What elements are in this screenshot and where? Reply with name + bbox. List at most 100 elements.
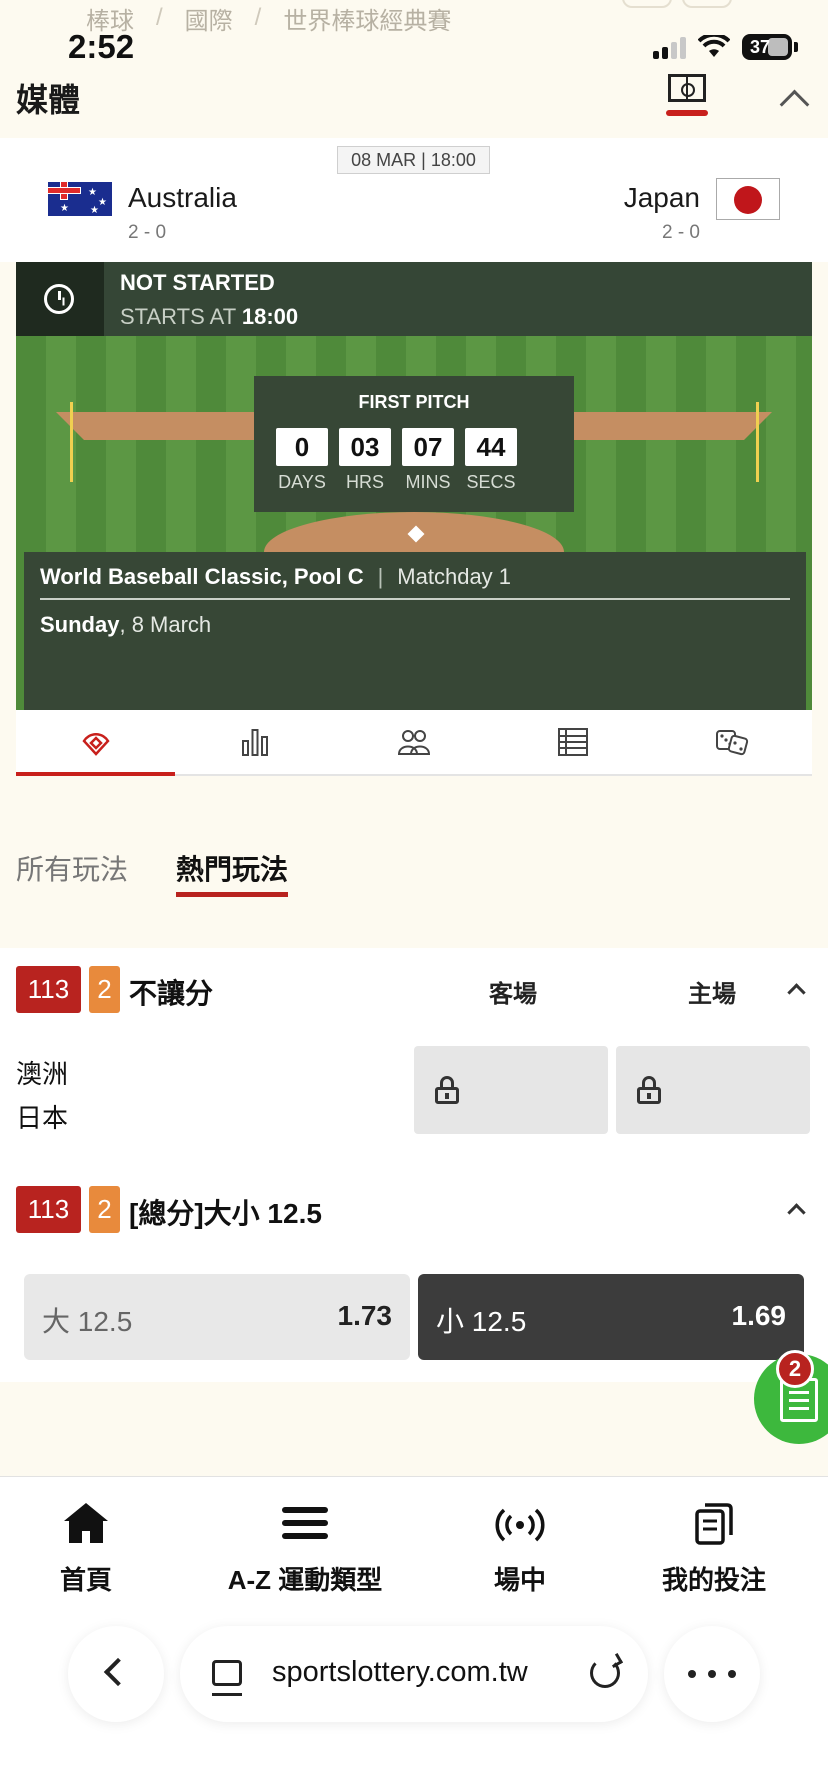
media-title: 媒體 xyxy=(16,82,81,118)
column-home: 主場 xyxy=(688,981,736,1008)
odds-label: 小 12.5 xyxy=(436,1306,527,1337)
countdown-unit: SECS xyxy=(466,472,516,492)
field-view-button[interactable] xyxy=(666,72,708,118)
match-status: NOT STARTED xyxy=(120,270,275,295)
nav-home[interactable]: 首頁 xyxy=(50,1499,122,1597)
breadcrumb-separator: / xyxy=(156,4,163,31)
divider xyxy=(40,598,790,600)
match-day-line: Sunday, 8 March xyxy=(40,612,211,638)
collapse-media-button[interactable] xyxy=(778,82,808,112)
address-bar[interactable]: sportslottery.com.tw xyxy=(180,1626,648,1722)
more-icon xyxy=(688,1670,736,1678)
betslip-count-badge: 2 xyxy=(776,1350,814,1388)
bottom-nav: 首頁 A-Z 運動類型 場中 我的投注 xyxy=(0,1476,828,1606)
market-header-total[interactable]: 113 2 [總分]大小 12.5 xyxy=(0,1168,828,1250)
battery-level: 37 xyxy=(750,36,771,57)
nav-sports-az[interactable]: A-Z 運動類型 xyxy=(220,1499,390,1597)
market-number-badge: 2 xyxy=(89,966,120,1013)
home-team-record: 2 - 0 xyxy=(128,222,167,243)
nav-my-bets[interactable]: 我的投注 xyxy=(656,1499,772,1597)
lock-icon xyxy=(434,1076,460,1104)
market-body-total: 大 12.5 1.73 小 12.5 1.69 xyxy=(0,1248,828,1382)
starts-at-label: STARTS AT xyxy=(120,304,236,329)
market-team-1: 澳洲 xyxy=(16,1059,69,1089)
active-tab-indicator xyxy=(176,892,288,897)
countdown-unit: HRS xyxy=(345,472,384,492)
tab-stats[interactable] xyxy=(175,710,334,774)
market-number-badge: 2 xyxy=(89,1186,120,1233)
breadcrumb-item-wbc[interactable]: 世界棒球經典賽 xyxy=(283,1,451,36)
ghost-button xyxy=(682,0,732,8)
battery-tip xyxy=(794,42,798,52)
match-header: 08 MAR | 18:00 ★ ★ ★ ★ Australia 2 - 0 J… xyxy=(0,138,828,262)
field-icon xyxy=(82,732,110,756)
market-title: 不讓分 xyxy=(129,978,214,1009)
match-weekday: Sunday xyxy=(40,612,120,637)
play-type-tabs: 所有玩法 熱門玩法 xyxy=(0,796,828,926)
reload-icon[interactable] xyxy=(590,1658,620,1688)
browser-more-button[interactable] xyxy=(664,1626,760,1722)
chevron-left-icon xyxy=(103,1657,133,1687)
match-status-strip: NOT STARTED STARTS AT 18:00 xyxy=(16,262,812,336)
market-header-moneyline[interactable]: 113 2 不讓分 客場 主場 xyxy=(0,948,828,1030)
odds-value: 1.69 xyxy=(731,1300,787,1331)
browser-back-button[interactable] xyxy=(68,1626,164,1722)
tab-standings[interactable] xyxy=(494,710,653,774)
odds-cell-away-locked[interactable] xyxy=(414,1046,608,1134)
nav-label: 首頁 xyxy=(59,1565,112,1595)
market-title: [總分]大小 12.5 xyxy=(129,1198,322,1229)
browser-toolbar: sportslottery.com.tw xyxy=(0,1606,828,1792)
tracker-tabs xyxy=(16,710,812,776)
tab-odds[interactable] xyxy=(653,710,812,774)
field-icon xyxy=(668,74,706,102)
tab-lineups[interactable] xyxy=(334,710,493,774)
competition-name: World Baseball Classic, Pool C xyxy=(40,564,364,589)
menu-icon xyxy=(282,1507,328,1539)
clock-icon xyxy=(16,262,104,336)
tab-all-markets[interactable]: 所有玩法 xyxy=(16,848,128,888)
odds-cell-home-locked[interactable] xyxy=(616,1046,810,1134)
countdown-value: 44 xyxy=(465,428,517,466)
chevron-up-icon[interactable] xyxy=(788,982,804,998)
nav-live[interactable]: 場中 xyxy=(484,1499,556,1597)
column-away: 客場 xyxy=(489,981,537,1008)
home-icon xyxy=(64,1503,108,1543)
url-text: sportslottery.com.tw xyxy=(272,1656,528,1688)
odds-label: 大 12.5 xyxy=(42,1306,133,1337)
media-header: 媒體 xyxy=(0,68,828,138)
countdown-value: 0 xyxy=(276,428,328,466)
first-pitch-label: FIRST PITCH xyxy=(358,392,470,412)
market-code-badge: 113 xyxy=(16,1186,81,1233)
odds-button-under[interactable]: 小 12.5 1.69 xyxy=(418,1274,804,1360)
match-tracker: NOT STARTED STARTS AT 18:00 FIRST PITCH … xyxy=(16,262,812,710)
countdown-unit: DAYS xyxy=(278,472,326,492)
away-team-name: Japan xyxy=(623,182,700,213)
home-team-name: Australia xyxy=(128,182,237,213)
countdown-days: 0 DAYS xyxy=(276,428,328,493)
starts-at: STARTS AT 18:00 xyxy=(120,304,298,330)
nav-label: A-Z 運動類型 xyxy=(227,1565,383,1595)
page-menu-icon[interactable] xyxy=(212,1660,242,1696)
nav-label: 我的投注 xyxy=(661,1565,766,1595)
matchday: Matchday 1 xyxy=(397,564,512,589)
foul-pole-left xyxy=(70,402,73,482)
breadcrumb-item-international[interactable]: 國際 xyxy=(185,1,233,36)
match-date-long: , 8 March xyxy=(119,612,212,637)
countdown-seconds: 44 SECS xyxy=(465,428,517,493)
countdown-value: 07 xyxy=(402,428,454,466)
odds-button-over[interactable]: 大 12.5 1.73 xyxy=(24,1274,410,1360)
foul-pole-right xyxy=(756,402,759,482)
dice-icon xyxy=(716,730,749,756)
tab-field[interactable] xyxy=(16,710,176,776)
signal-icon xyxy=(653,35,686,59)
breadcrumb: 棒球 / 國際 / 世界棒球經典賽 xyxy=(86,0,451,36)
match-date: 08 MAR | 18:00 xyxy=(337,146,490,174)
chevron-up-icon[interactable] xyxy=(788,1202,804,1218)
starts-at-time: 18:00 xyxy=(241,304,299,329)
wifi-icon xyxy=(698,35,730,57)
documents-icon xyxy=(695,1503,733,1545)
live-broadcast-icon xyxy=(495,1508,545,1542)
battery-icon: 37 xyxy=(742,34,792,60)
ghost-button xyxy=(622,0,672,8)
tab-popular-markets[interactable]: 熱門玩法 xyxy=(176,848,288,888)
